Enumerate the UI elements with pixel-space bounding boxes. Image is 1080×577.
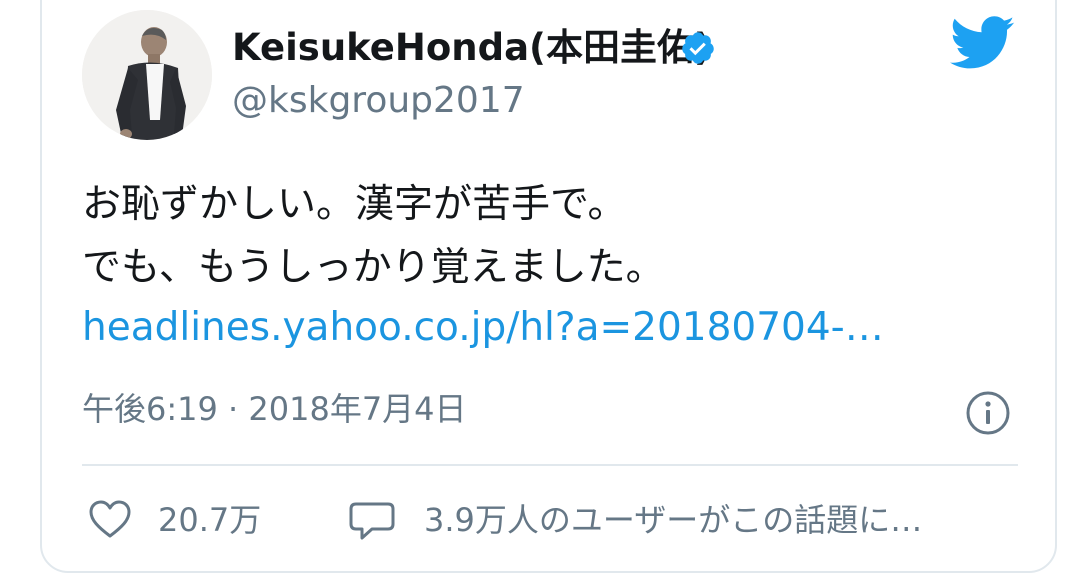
tweet-timestamp[interactable]: 午後6:19 · 2018年7月4日 (82, 388, 467, 430)
author-avatar[interactable] (82, 10, 212, 140)
twitter-bird-icon[interactable] (950, 16, 1016, 70)
person-photo-icon (82, 10, 212, 140)
speech-bubble-icon[interactable] (348, 498, 396, 542)
verified-badge-icon (682, 32, 714, 64)
info-icon[interactable] (965, 390, 1011, 436)
author-handle[interactable]: @kskgroup2017 (232, 80, 525, 122)
like-count[interactable]: 20.7万 (158, 498, 261, 542)
heart-icon[interactable] (88, 499, 132, 539)
tweet-link[interactable]: headlines.yahoo.co.jp/hl?a=20180704-… (82, 303, 884, 353)
tweet-text-line: お恥ずかしい。漢字が苦手で。 (82, 182, 627, 227)
reply-summary[interactable]: 3.9万人のユーザーがこの話題に… (424, 498, 922, 542)
author-display-name[interactable]: KeisukeHonda(本田圭佑) (232, 26, 711, 70)
tweet-text-line: でも、もうしっかり覚えました。 (82, 245, 665, 290)
divider (82, 464, 1018, 466)
